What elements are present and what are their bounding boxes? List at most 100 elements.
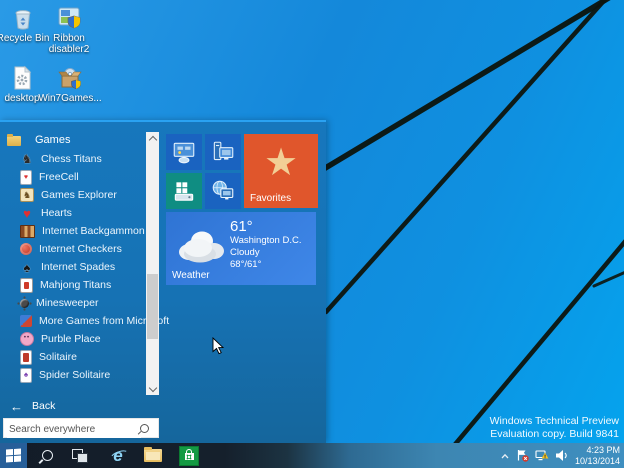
start-menu-item[interactable]: Chess Titans xyxy=(0,150,146,168)
mahjong-tile-icon xyxy=(20,278,33,293)
start-menu-list: Chess Titans FreeCell Games Explorer Hearts… xyxy=(0,150,146,384)
purble-icon xyxy=(20,332,34,346)
start-menu-item[interactable]: Solitaire xyxy=(0,348,146,366)
scrollbar-thumb[interactable] xyxy=(147,274,158,339)
spider-card-icon xyxy=(20,368,32,383)
taskbar: e xyxy=(0,443,624,468)
clock-date: 10/13/2014 xyxy=(575,456,620,467)
start-menu-item-label: Mahjong Titans xyxy=(40,279,111,291)
hidden-icons-chevron-icon[interactable] xyxy=(500,452,510,460)
internet-explorer-icon: e xyxy=(113,447,122,464)
solitaire-card-icon xyxy=(20,350,32,365)
start-menu-item[interactable]: Hearts xyxy=(0,204,146,222)
taskbar-clock[interactable]: 4:23 PM 10/13/2014 xyxy=(575,445,620,466)
start-menu-item[interactable]: Internet Backgammon xyxy=(0,222,146,240)
tile-network[interactable] xyxy=(205,173,241,209)
search-icon[interactable] xyxy=(140,424,149,433)
weather-city: Washington D.C. xyxy=(230,235,301,247)
store-button[interactable] xyxy=(177,443,201,468)
start-button[interactable] xyxy=(0,443,27,468)
start-menu-item[interactable]: FreeCell xyxy=(0,168,146,186)
watermark-line2: Evaluation copy. Build 9841 xyxy=(490,428,619,441)
clock-time: 4:23 PM xyxy=(575,445,620,456)
speaker-icon[interactable] xyxy=(555,449,569,462)
backgammon-icon xyxy=(20,225,35,238)
shield-app-icon xyxy=(56,5,82,31)
start-menu: Games Chess Titans FreeCell Games Explorer… xyxy=(0,120,326,443)
windows-logo-icon xyxy=(6,448,21,462)
weather-high-low: 68°/61° xyxy=(230,259,301,271)
search-box xyxy=(3,418,159,438)
file-explorer-icon xyxy=(144,449,162,462)
start-menu-item-label: Solitaire xyxy=(39,351,77,363)
start-menu-item[interactable]: Purble Place xyxy=(0,330,146,348)
task-view-button[interactable] xyxy=(68,443,92,468)
start-menu-item[interactable]: Mahjong Titans xyxy=(0,276,146,294)
start-menu-item-label: Internet Checkers xyxy=(39,243,122,255)
spades-icon xyxy=(20,260,34,274)
start-menu-item[interactable]: Internet Checkers xyxy=(0,240,146,258)
desktop[interactable]: Recycle Bin Ribbon disabler2 desktop xyxy=(0,0,624,468)
start-menu-scrollbar[interactable] xyxy=(146,132,159,395)
back-arrow-icon: ← xyxy=(10,400,23,413)
internet-explorer-button[interactable]: e xyxy=(106,443,130,468)
system-tray: 4:23 PM 10/13/2014 xyxy=(500,443,624,468)
windows-drive-icon xyxy=(171,178,197,204)
search-input[interactable] xyxy=(7,420,141,438)
start-menu-item[interactable]: Minesweeper xyxy=(0,294,146,312)
tile-os-drive[interactable] xyxy=(166,173,202,209)
globe-monitor-icon xyxy=(210,178,236,204)
favorites-tile-label: Favorites xyxy=(250,193,291,204)
store-icon xyxy=(179,446,199,466)
tile-this-pc[interactable] xyxy=(205,134,241,170)
installer-box-icon xyxy=(57,65,83,91)
action-center-flag-icon[interactable] xyxy=(516,449,529,462)
start-menu-item-label: Chess Titans xyxy=(41,153,102,165)
settings-file-icon xyxy=(9,65,35,91)
cloud-icon xyxy=(172,226,228,264)
more-games-icon xyxy=(20,315,32,327)
network-warning-icon[interactable] xyxy=(535,449,549,462)
desktop-icon-label: Win7Games... xyxy=(38,93,101,104)
desktop-icon-ribbon-disabler[interactable]: Ribbon disabler2 xyxy=(40,5,98,55)
scroll-up-arrow[interactable] xyxy=(146,132,159,144)
tile-favorites[interactable]: ★ Favorites xyxy=(244,134,318,208)
start-menu-item-label: Purble Place xyxy=(41,333,101,345)
start-menu-item[interactable]: Internet Spades xyxy=(0,258,146,276)
weather-tile-label: Weather xyxy=(172,270,210,281)
start-menu-item-label: Internet Spades xyxy=(41,261,115,273)
start-menu-item-label: FreeCell xyxy=(39,171,79,183)
start-menu-item[interactable]: More Games from Microsoft xyxy=(0,312,146,330)
task-view-icon xyxy=(72,449,88,463)
file-explorer-button[interactable] xyxy=(141,443,165,468)
folder-icon xyxy=(7,136,21,146)
start-menu-item-label: Internet Backgammon xyxy=(42,225,145,237)
checkers-icon xyxy=(20,243,32,255)
computer-icon xyxy=(210,139,236,165)
tile-weather[interactable]: 61° Washington D.C. Cloudy 68°/61° Weath… xyxy=(166,212,316,285)
desktop-icon-win7games[interactable]: Win7Games... xyxy=(41,65,99,104)
watermark-line1: Windows Technical Preview xyxy=(490,415,619,428)
start-menu-header-label: Games xyxy=(35,134,70,146)
search-icon xyxy=(42,450,53,461)
control-panel-icon xyxy=(171,139,197,165)
scroll-down-arrow[interactable] xyxy=(146,383,159,395)
desktop-icon-label: desktop xyxy=(4,93,39,104)
back-button[interactable]: ← Back xyxy=(0,397,55,415)
start-menu-item-label: Minesweeper xyxy=(36,297,98,309)
freecell-cards-icon xyxy=(20,170,32,185)
hearts-icon xyxy=(20,206,34,220)
chess-knight-icon xyxy=(20,152,34,166)
mine-icon xyxy=(20,299,29,308)
taskbar-search-button[interactable] xyxy=(35,443,59,468)
weather-temp: 61° xyxy=(230,218,301,235)
start-menu-item[interactable]: Games Explorer xyxy=(0,186,146,204)
recycle-bin-icon xyxy=(10,5,36,31)
start-menu-item[interactable]: Spider Solitaire xyxy=(0,366,146,384)
weather-condition: Cloudy xyxy=(230,247,301,259)
evaluation-watermark: Windows Technical Preview Evaluation cop… xyxy=(490,415,619,441)
desktop-icon-label: Ribbon disabler2 xyxy=(40,33,98,55)
tile-control-panel[interactable] xyxy=(166,134,202,170)
start-menu-item-label: Games Explorer xyxy=(41,189,117,201)
star-icon: ★ xyxy=(244,140,318,185)
